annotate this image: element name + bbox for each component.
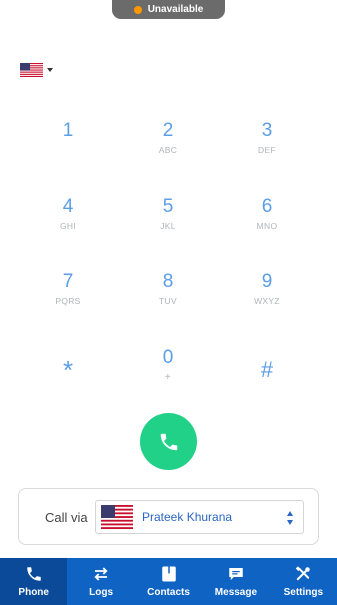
selected-caller: Prateek Khurana [142, 510, 233, 524]
nav-phone[interactable]: Phone [0, 558, 68, 605]
phone-icon [26, 567, 41, 581]
key-digit: # [260, 357, 274, 382]
nav-label: Logs [89, 587, 114, 598]
nav-settings[interactable]: Settings [270, 558, 337, 605]
status-dot [133, 5, 142, 14]
call-via-panel: Call via Prateek Khurana [18, 488, 319, 545]
key-3[interactable]: 3 DEF [227, 119, 307, 179]
nav-label: Settings [283, 587, 324, 598]
key-letters: JKL [160, 221, 176, 231]
key-letters: WXYZ [254, 296, 280, 306]
key-2[interactable]: 2 ABC [128, 119, 208, 179]
key-4[interactable]: 4 GHI [28, 195, 108, 255]
key-8[interactable]: 8 TUV [128, 270, 208, 330]
call-via-label: Call via [45, 510, 88, 525]
chat-bubble-icon [229, 568, 243, 580]
key-9[interactable]: 9 WXYZ [227, 270, 307, 330]
bottom-nav: Phone Logs Contacts Message Settings [0, 558, 337, 605]
key-digit: 4 [62, 196, 74, 217]
key-digit: 7 [62, 271, 74, 292]
key-digit: 9 [261, 271, 273, 292]
key-0[interactable]: 0 + [128, 346, 208, 406]
key-digit: 3 [261, 120, 273, 141]
phone-icon [160, 433, 177, 450]
us-flag-icon [20, 63, 43, 77]
key-digit: 5 [162, 196, 174, 217]
key-5[interactable]: 5 JKL [128, 195, 208, 255]
key-1[interactable]: 1 [28, 119, 108, 179]
key-letters: GHI [59, 221, 76, 231]
status-text: Unavailable [147, 4, 204, 15]
key-digit: 0 [162, 347, 174, 368]
nav-logs[interactable]: Logs [67, 558, 134, 605]
key-hash[interactable]: # [227, 348, 307, 408]
chevron-down-icon [47, 68, 53, 72]
nav-label: Message [214, 587, 258, 598]
nav-label: Contacts [147, 587, 190, 598]
key-7[interactable]: 7 PQRS [28, 270, 108, 330]
key-letters: ABC [158, 145, 178, 155]
key-digit: 8 [162, 271, 174, 292]
select-arrows-icon [287, 511, 293, 525]
call-via-select[interactable]: Prateek Khurana [95, 500, 304, 534]
transfer-arrows-icon [94, 567, 108, 581]
key-letters: PQRS [55, 296, 81, 306]
key-letters: DEF [258, 145, 276, 155]
nav-contacts[interactable]: Contacts [135, 558, 202, 605]
key-6[interactable]: 6 MNO [227, 195, 307, 255]
nav-label: Phone [18, 587, 49, 598]
address-book-icon [161, 566, 176, 582]
us-flag-icon [101, 505, 133, 529]
key-digit: 6 [261, 196, 273, 217]
key-letters: + [164, 372, 172, 383]
country-selector[interactable] [20, 63, 53, 77]
key-letters: MNO [256, 221, 278, 231]
key-digit: * [62, 355, 74, 385]
nav-message[interactable]: Message [202, 558, 269, 605]
tools-icon [296, 566, 311, 581]
key-digit: 1 [62, 120, 74, 141]
key-star[interactable]: * [28, 348, 108, 408]
key-letters: TUV [159, 296, 177, 306]
availability-status[interactable]: Unavailable [112, 0, 225, 19]
key-digit: 2 [162, 120, 174, 141]
call-button[interactable] [140, 413, 197, 470]
